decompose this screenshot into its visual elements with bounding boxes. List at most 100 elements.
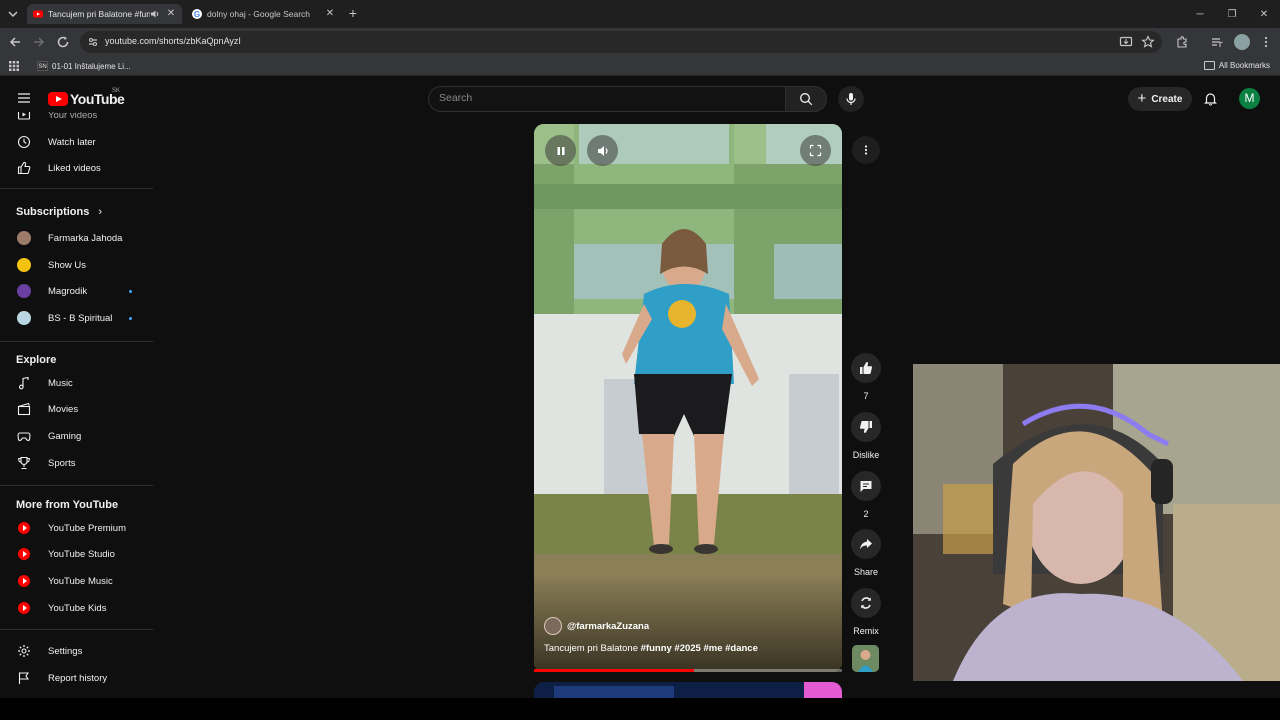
sidebar-item-youtube-kids[interactable]: YouTube Kids xyxy=(0,597,154,619)
shorts-video-player[interactable] xyxy=(534,124,842,672)
next-short-preview[interactable] xyxy=(534,682,842,698)
create-button[interactable]: + Create xyxy=(1128,87,1192,111)
tab-google-search[interactable]: G dolny ohaj - Google Search ✕ xyxy=(186,4,341,24)
forward-arrow-icon[interactable] xyxy=(31,34,47,50)
notifications-bell-icon[interactable] xyxy=(1203,91,1218,106)
share-button[interactable] xyxy=(851,529,881,559)
dislike-button[interactable] xyxy=(851,412,881,442)
close-window-icon[interactable]: ✕ xyxy=(1248,0,1280,28)
youtube-favicon-icon xyxy=(33,9,43,19)
install-app-icon[interactable] xyxy=(1119,35,1133,49)
channel-avatar xyxy=(17,311,31,325)
remix-label: Remix xyxy=(853,626,879,636)
sidebar-subscription-show-us[interactable]: Show Us xyxy=(0,254,154,276)
your-videos-icon xyxy=(17,112,31,122)
sidebar-item-label: YouTube Premium xyxy=(48,522,126,534)
sidebar-item-label: Movies xyxy=(48,403,79,415)
pause-button[interactable] xyxy=(545,135,576,166)
sidebar-item-youtube-premium[interactable]: YouTube Premium xyxy=(0,517,154,539)
channel-name: Show Us xyxy=(48,259,87,271)
site-info-icon[interactable] xyxy=(87,36,99,48)
comments-button[interactable] xyxy=(851,471,881,501)
sidebar-item-movies[interactable]: Movies xyxy=(0,398,154,420)
sidebar-item-youtube-studio[interactable]: YouTube Studio xyxy=(0,543,154,565)
search-button[interactable] xyxy=(785,86,827,112)
browser-menu-kebab-icon[interactable] xyxy=(1259,35,1273,49)
all-bookmarks-button[interactable]: All Bookmarks xyxy=(1203,61,1270,70)
more-from-youtube-heading: More from YouTube xyxy=(16,499,119,511)
sidebar-item-watch-later[interactable]: Watch later xyxy=(0,131,154,153)
fullscreen-button[interactable] xyxy=(800,135,831,166)
reload-icon[interactable] xyxy=(55,34,71,50)
sidebar-subscription-farmarka-jahoda[interactable]: Farmarka Jahoda xyxy=(0,227,154,249)
explore-heading: Explore xyxy=(16,354,57,366)
sidebar-item-label: Settings xyxy=(48,645,83,657)
sound-thumbnail[interactable] xyxy=(852,645,879,672)
sidebar-item-label: YouTube Studio xyxy=(48,548,115,560)
youtube-logo[interactable]: YouTube SK xyxy=(48,88,125,107)
sidebar-item-sports[interactable]: Sports xyxy=(0,452,154,474)
new-content-dot xyxy=(129,289,132,293)
restore-window-icon[interactable]: ❐ xyxy=(1216,0,1248,28)
create-label: Create xyxy=(1151,93,1183,105)
sidebar-subscription-bs-spiritual[interactable]: BS - B Spiritual xyxy=(0,307,154,329)
sidebar-item-label: Report history xyxy=(48,672,108,684)
tab-close-icon[interactable]: ✕ xyxy=(166,9,176,19)
youtube-play-logo-icon xyxy=(48,92,68,106)
short-channel-link[interactable]: @farmarkaZuzana xyxy=(544,617,649,635)
sidebar-item-music[interactable]: Music xyxy=(0,372,154,394)
browser-profile-avatar[interactable] xyxy=(1234,34,1250,50)
address-bar[interactable] xyxy=(80,31,1162,53)
subscriptions-heading[interactable]: Subscriptions › xyxy=(16,206,102,218)
music-note-icon xyxy=(17,376,31,390)
minimize-window-icon[interactable]: ─ xyxy=(1184,0,1216,28)
short-hashtags[interactable]: #funny #2025 #me #dance xyxy=(641,643,758,654)
more-vertical-icon xyxy=(864,145,868,155)
sidebar-item-label: YouTube Music xyxy=(48,575,113,587)
sidebar-subscription-magrodik[interactable]: Magrodik xyxy=(0,280,154,302)
more-actions-button[interactable] xyxy=(852,136,880,164)
short-title[interactable]: Tancujem pri Balatone #funny #2025 #me #… xyxy=(544,643,758,654)
tab-youtube-short[interactable]: Tancujem pri Balatone #funny ✕ xyxy=(27,4,182,24)
video-progress-bar[interactable] xyxy=(534,669,842,672)
thumbs-down-filled-icon xyxy=(859,420,872,433)
sidebar-item-label: Watch later xyxy=(48,136,96,148)
tab-search-chevron-icon[interactable] xyxy=(5,6,21,22)
like-button[interactable] xyxy=(851,353,881,383)
country-code: SK xyxy=(112,88,121,94)
extensions-puzzle-icon[interactable] xyxy=(1175,35,1189,49)
tab-audio-playing-icon[interactable] xyxy=(150,9,160,19)
sidebar-item-liked-videos[interactable]: Liked videos xyxy=(0,157,154,179)
fullscreen-icon xyxy=(809,144,822,157)
dislike-action: Dislike xyxy=(850,412,882,460)
url-text[interactable]: youtube.com/shorts/zbKaQpnAyzI xyxy=(105,36,241,46)
gear-icon xyxy=(17,644,31,658)
back-arrow-icon[interactable] xyxy=(7,34,23,50)
video-frame xyxy=(534,124,842,672)
media-controls-icon[interactable] xyxy=(1210,35,1224,49)
volume-button[interactable] xyxy=(587,135,618,166)
remix-button[interactable] xyxy=(851,588,881,618)
hamburger-menu-icon[interactable] xyxy=(17,91,31,105)
sidebar-item-settings[interactable]: Settings xyxy=(0,640,154,662)
new-tab-plus-icon[interactable]: + xyxy=(346,6,360,20)
tab-close-icon[interactable]: ✕ xyxy=(325,9,335,19)
sidebar-item-youtube-music[interactable]: YouTube Music xyxy=(0,570,154,592)
sidebar-item-gaming[interactable]: Gaming xyxy=(0,425,154,447)
short-title-text: Tancujem pri Balatone xyxy=(544,643,641,654)
guide-sidebar: Your videos Watch later Liked videos Sub… xyxy=(0,112,154,698)
bookmark-item[interactable]: SN 01-01 Inštalujeme Li... xyxy=(37,61,131,71)
sidebar-item-report-history[interactable]: Report history xyxy=(0,667,154,689)
bookmark-star-icon[interactable] xyxy=(1141,35,1155,49)
comments-action: 2 xyxy=(850,471,882,519)
gamepad-icon xyxy=(17,429,31,443)
account-avatar[interactable]: M xyxy=(1239,88,1260,109)
folder-icon xyxy=(1203,61,1215,70)
channel-avatar xyxy=(17,231,31,245)
share-action: Share xyxy=(850,529,882,577)
sidebar-item-your-videos[interactable]: Your videos xyxy=(0,112,154,126)
youtube-premium-icon xyxy=(18,522,30,534)
search-input[interactable] xyxy=(439,92,769,104)
voice-search-button[interactable] xyxy=(838,86,864,112)
apps-grid-icon[interactable] xyxy=(8,60,20,72)
